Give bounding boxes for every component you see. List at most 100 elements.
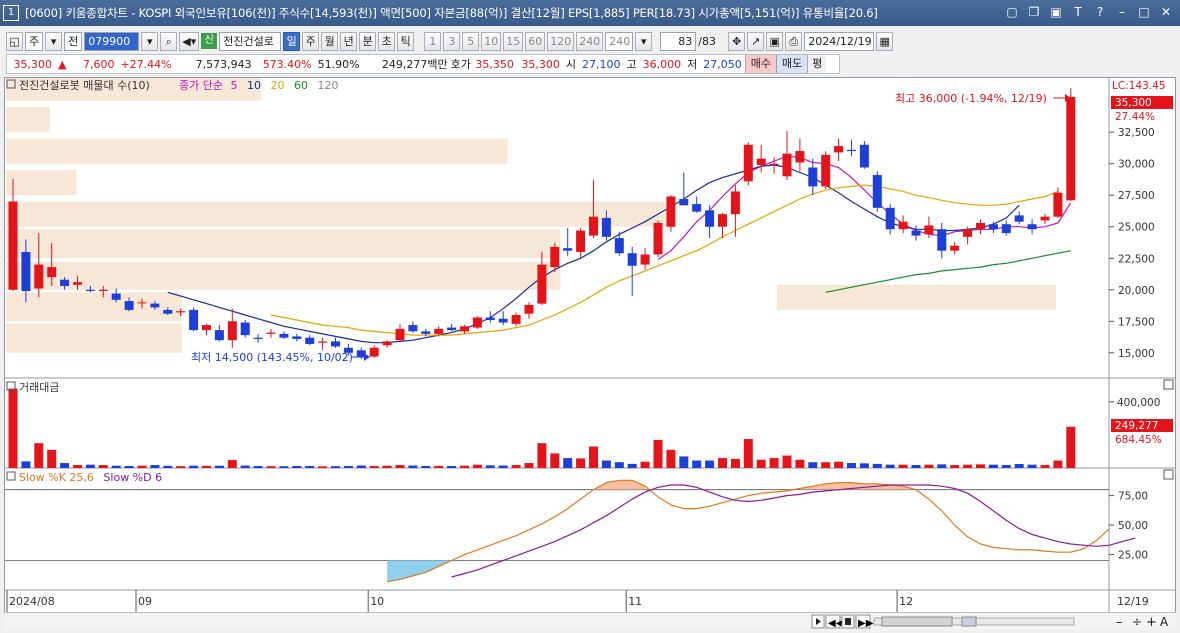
window-number[interactable]: 1 [3, 5, 19, 21]
grid-toggle-icon[interactable]: ◱ [6, 31, 23, 51]
code-dropdown-icon[interactable]: ▾ [141, 31, 159, 51]
candle[interactable] [1040, 216, 1050, 221]
value-bar[interactable] [1053, 460, 1063, 468]
step-dropdown-icon[interactable]: ▾ [635, 31, 653, 51]
value-bar[interactable] [73, 465, 82, 468]
value-bar[interactable] [821, 462, 831, 468]
candle[interactable] [730, 191, 740, 215]
candle[interactable] [743, 144, 753, 182]
scroll-controls[interactable]: ◀◀ ▶▶ – ÷ + A [811, 614, 1169, 630]
stochastic[interactable]: 25,00 50,00 75,00 [5, 479, 1148, 583]
candle[interactable] [60, 279, 70, 286]
value-bar[interactable] [356, 465, 366, 468]
minimize-icon[interactable]: – [1114, 4, 1130, 20]
text-icon[interactable]: T [1070, 4, 1086, 20]
candle[interactable] [834, 146, 844, 153]
candle[interactable] [395, 328, 405, 341]
candle[interactable] [176, 311, 186, 313]
value-bar[interactable] [485, 465, 495, 468]
line-tool-icon[interactable]: ↗ [747, 31, 765, 51]
value-bar[interactable] [189, 465, 199, 468]
value-bars[interactable] [8, 388, 1115, 468]
cursor-icon[interactable]: ✥ [728, 31, 746, 51]
value-bar[interactable] [537, 443, 547, 468]
candle[interactable] [589, 216, 598, 236]
value-bar[interactable] [292, 466, 302, 468]
value-bar[interactable] [653, 439, 663, 468]
value-bar[interactable] [988, 464, 998, 468]
chart-area[interactable]: 15,000 17,500 20,000 22,500 25,000 27,500 30,0… [4, 77, 1176, 613]
candle[interactable] [769, 163, 779, 165]
tab-day[interactable]: 일 [283, 31, 301, 51]
candle[interactable] [847, 149, 856, 152]
value-bar[interactable] [718, 458, 727, 468]
zoom-in-icon[interactable]: + [1146, 615, 1157, 630]
candle[interactable] [1014, 215, 1024, 222]
value-bar[interactable] [331, 466, 340, 468]
value-bar[interactable] [498, 465, 508, 468]
calendar-icon[interactable]: ▦ [876, 31, 894, 51]
page-count-input[interactable]: 83 [660, 31, 697, 51]
value-bar[interactable] [692, 460, 702, 468]
value-bar[interactable] [318, 466, 328, 468]
candle[interactable] [640, 254, 650, 265]
help-icon[interactable]: ? [1092, 4, 1108, 20]
candle[interactable] [240, 322, 250, 336]
value-bar[interactable] [924, 464, 934, 468]
candle[interactable] [601, 217, 611, 237]
value-bar[interactable] [408, 465, 418, 468]
tile-icon[interactable]: ▢ [1004, 4, 1020, 20]
value-bar[interactable] [240, 465, 250, 468]
value-bar[interactable] [976, 464, 985, 468]
value-bar[interactable] [21, 461, 31, 468]
step-select[interactable]: 240 [605, 31, 634, 51]
value-bar[interactable] [576, 458, 586, 468]
eval-button[interactable]: 평 [807, 55, 827, 73]
candle[interactable] [679, 199, 689, 206]
tab-week[interactable]: 주 [302, 31, 320, 51]
value-bar[interactable] [511, 465, 521, 468]
value-bar[interactable] [872, 463, 882, 468]
value-bar[interactable] [859, 463, 869, 468]
value-bar[interactable] [679, 456, 689, 468]
candle[interactable] [859, 144, 869, 168]
font-size-icon[interactable]: A [1160, 615, 1169, 629]
candle[interactable] [73, 282, 82, 285]
candle[interactable] [189, 309, 199, 331]
scroll-handle[interactable] [961, 616, 977, 627]
value-bar[interactable] [60, 463, 70, 468]
candle[interactable] [808, 167, 818, 187]
candle[interactable] [821, 154, 831, 187]
candle[interactable] [202, 325, 211, 331]
candle[interactable] [498, 318, 508, 323]
chart-canvas[interactable]: 15,000 17,500 20,000 22,500 25,000 27,500 30,0… [5, 78, 1175, 612]
value-bar[interactable] [834, 461, 844, 468]
candle[interactable] [331, 341, 340, 347]
candle[interactable] [150, 303, 160, 308]
value-bar[interactable] [472, 464, 482, 468]
candle[interactable] [369, 347, 379, 357]
candle[interactable] [550, 246, 560, 268]
candle[interactable] [85, 289, 95, 292]
candle[interactable] [292, 336, 302, 339]
value-bar[interactable] [434, 465, 444, 468]
value-bar[interactable] [524, 463, 534, 468]
candle[interactable] [305, 337, 315, 344]
candle[interactable] [718, 214, 727, 227]
value-bar[interactable] [137, 465, 147, 468]
value-bar[interactable] [769, 458, 779, 468]
value-bar[interactable] [266, 466, 276, 468]
candle[interactable] [279, 333, 289, 338]
value-bar[interactable] [666, 449, 676, 468]
value-bar[interactable] [343, 466, 353, 468]
candle[interactable] [1001, 224, 1011, 234]
candle[interactable] [124, 301, 134, 310]
candle[interactable] [111, 293, 121, 300]
tab-tick[interactable]: 틱 [397, 31, 415, 51]
candle[interactable] [756, 158, 766, 165]
value-bar[interactable] [227, 460, 237, 468]
candle[interactable] [460, 326, 469, 332]
value-bar[interactable] [85, 464, 95, 468]
value-bar[interactable] [47, 449, 57, 468]
candle[interactable] [434, 328, 444, 334]
